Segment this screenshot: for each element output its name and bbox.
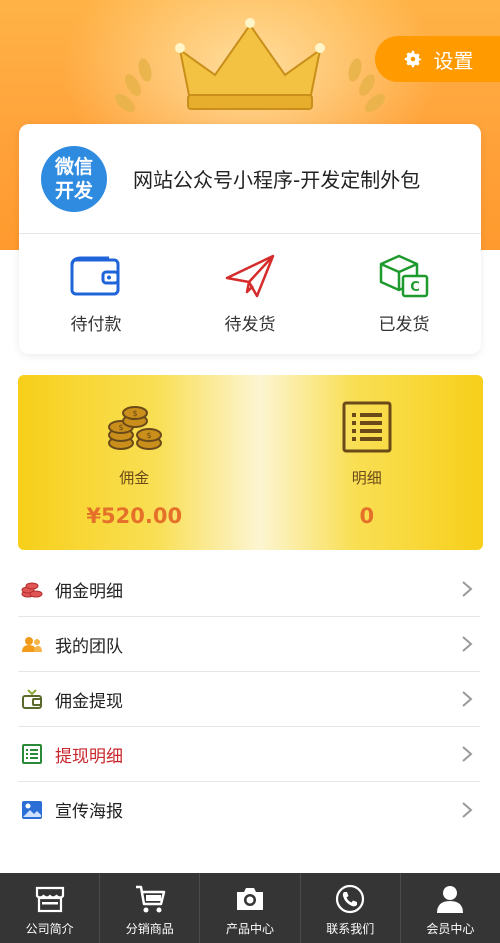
menu-item-withdraw-details[interactable]: 提现明细 <box>18 727 480 782</box>
coins-icon <box>20 577 44 601</box>
menu-item-my-team[interactable]: 我的团队 <box>18 617 480 672</box>
order-label: 已发货 <box>378 315 430 335</box>
menu-list: 佣金明细 我的团队 佣金提现 提现明细 宣传海报 <box>18 562 480 837</box>
settings-button[interactable]: 设置 <box>375 36 500 82</box>
tab-label: 产品中心 <box>226 921 275 936</box>
profile-card: 微信 开发 网站公众号小程序-开发定制外包 待付款 待发货 C 已发货 <box>19 124 481 354</box>
wallet-icon <box>70 256 120 296</box>
store-icon <box>35 886 64 912</box>
order-pending-payment[interactable]: 待付款 <box>19 252 173 335</box>
commission-label: 佣金 <box>119 469 150 487</box>
tab-member-center[interactable]: 会员中心 <box>401 873 500 943</box>
details-label: 明细 <box>351 469 382 487</box>
tab-label: 会员中心 <box>426 921 475 936</box>
team-icon <box>20 632 44 656</box>
svg-text:$: $ <box>119 423 124 432</box>
tab-product-center[interactable]: 产品中心 <box>200 873 301 943</box>
avatar-text-line1: 微信 <box>54 155 93 178</box>
svg-text:C: C <box>410 280 420 295</box>
phone-icon <box>336 884 365 913</box>
menu-item-label: 宣传海报 <box>55 802 123 822</box>
settings-label: 设置 <box>433 48 474 73</box>
detail-list-icon <box>342 401 392 453</box>
tab-label: 分销商品 <box>125 921 174 936</box>
profile-name: 网站公众号小程序-开发定制外包 <box>133 168 421 192</box>
tab-label: 公司简介 <box>25 921 74 936</box>
tab-company-intro[interactable]: 公司简介 <box>0 873 101 943</box>
menu-item-withdraw[interactable]: 佣金提现 <box>18 672 480 727</box>
order-label: 待发货 <box>224 315 276 335</box>
tab-distribution-products[interactable]: 分销商品 <box>100 873 201 943</box>
chevron-right-icon <box>462 801 473 818</box>
paper-plane-icon <box>225 254 275 298</box>
tab-label: 联系我们 <box>326 921 375 936</box>
commission-details[interactable]: 明细 0 <box>251 375 484 550</box>
camera-icon <box>237 887 263 910</box>
menu-item-poster[interactable]: 宣传海报 <box>18 782 480 837</box>
image-icon <box>20 798 44 822</box>
svg-text:$: $ <box>147 431 152 440</box>
menu-item-label: 佣金明细 <box>55 581 123 602</box>
menu-item-label: 佣金提现 <box>55 691 123 712</box>
box-icon: C <box>379 254 429 298</box>
gear-icon <box>404 50 421 68</box>
tab-contact-us[interactable]: 联系我们 <box>301 873 401 943</box>
list-icon <box>20 742 44 766</box>
avatar-text-line2: 开发 <box>54 179 93 202</box>
crown-icon <box>115 18 385 112</box>
details-value: 0 <box>359 504 375 528</box>
profile-header: 微信 开发 网站公众号小程序-开发定制外包 <box>19 124 481 234</box>
commission-value: ¥520.00 <box>86 504 183 528</box>
menu-item-label: 提现明细 <box>55 746 123 767</box>
cart-icon <box>135 885 166 912</box>
commission-balance[interactable]: $ $ $ 佣金 ¥520.00 <box>18 375 251 550</box>
order-pending-shipment[interactable]: 待发货 <box>173 252 327 335</box>
order-shipped[interactable]: C 已发货 <box>327 252 481 335</box>
withdraw-icon <box>20 687 44 711</box>
chevron-right-icon <box>462 581 473 597</box>
coins-stack-icon: $ $ $ <box>108 406 163 450</box>
order-status-row: 待付款 待发货 C 已发货 <box>19 234 481 353</box>
user-icon <box>437 885 464 913</box>
chevron-right-icon <box>462 636 473 652</box>
menu-item-label: 我的团队 <box>55 636 123 657</box>
bottom-tab-bar: 公司简介 分销商品 产品中心 联系我们 会员中心 <box>0 873 500 943</box>
chevron-right-icon <box>462 746 473 762</box>
order-label: 待付款 <box>70 315 122 335</box>
chevron-right-icon <box>462 691 473 707</box>
commission-card: $ $ $ 佣金 ¥520.00 明细 0 <box>18 375 483 550</box>
avatar[interactable]: 微信 开发 <box>41 145 107 212</box>
svg-text:$: $ <box>133 409 138 418</box>
menu-item-commission-details[interactable]: 佣金明细 <box>18 562 480 617</box>
